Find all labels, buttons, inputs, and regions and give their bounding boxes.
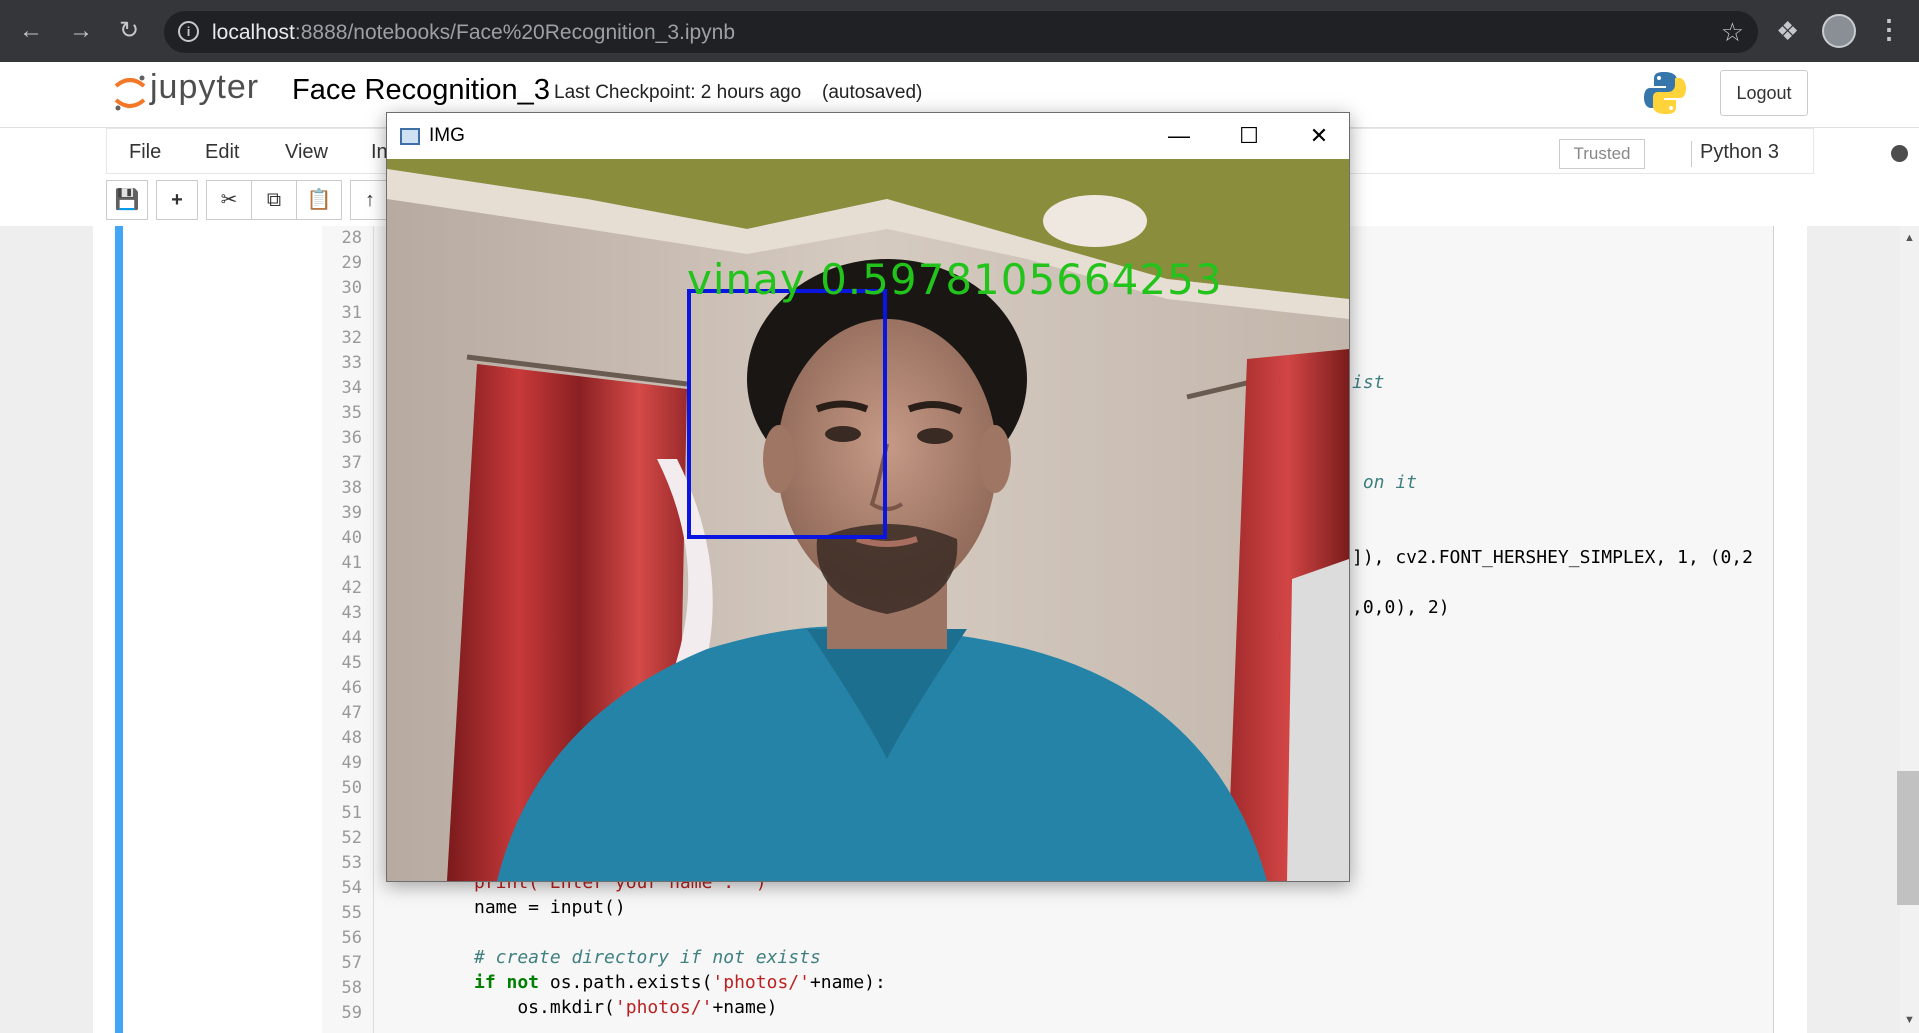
insert-cell-button[interactable]: + (156, 180, 198, 220)
line-number: 47 (341, 703, 362, 723)
trusted-indicator[interactable]: Trusted (1559, 139, 1645, 169)
code-string: 'photos/' (614, 997, 713, 1018)
code-text: +name): (809, 972, 886, 993)
window-title-bar[interactable]: IMG — ☐ ✕ (387, 113, 1349, 159)
line-number: 29 (341, 253, 362, 273)
line-number: 56 (341, 928, 362, 948)
code-fragment-41[interactable]: ]), cv2.FONT_HERSHEY_SIMPLEX, 1, (0,2 (1352, 547, 1753, 568)
selected-cell-indicator (115, 226, 123, 1033)
checkpoint-status: Last Checkpoint: 2 hours ago (554, 82, 802, 103)
line-number: 49 (341, 753, 362, 773)
line-number: 51 (341, 803, 362, 823)
line-number: 45 (341, 653, 362, 673)
kernel-name[interactable]: Python 3 (1691, 141, 1779, 167)
line-number: 40 (341, 528, 362, 548)
line-number: 35 (341, 403, 362, 423)
line-number: 50 (341, 778, 362, 798)
line-number: 31 (341, 303, 362, 323)
jupyter-logo-icon[interactable] (112, 72, 148, 114)
logout-button[interactable]: Logout (1720, 70, 1808, 116)
scrollbar-thumb[interactable] (1897, 771, 1919, 905)
line-number: 57 (341, 953, 362, 973)
line-number: 44 (341, 628, 362, 648)
autosave-status: (autosaved) (822, 82, 923, 103)
code-line-59[interactable]: os.mkdir('photos/'+name) (474, 997, 777, 1018)
reload-icon[interactable]: ↻ (112, 14, 146, 48)
line-number: 43 (341, 603, 362, 623)
python-logo-icon (1644, 72, 1686, 114)
back-icon[interactable]: ← (14, 14, 48, 48)
minimize-icon[interactable]: — (1149, 119, 1209, 153)
code-text: os.mkdir( (474, 997, 615, 1018)
code-fragment-43[interactable]: ,0,0), 2) (1352, 597, 1450, 618)
window-title: IMG (429, 125, 465, 146)
menu-view[interactable]: View (285, 141, 328, 164)
code-line-55[interactable]: name = input() (474, 897, 626, 918)
menu-file[interactable]: File (129, 141, 161, 164)
maximize-icon[interactable]: ☐ (1219, 119, 1279, 153)
scroll-down-icon[interactable]: ▼ (1900, 1014, 1919, 1026)
window-app-icon (400, 128, 420, 145)
url-text[interactable]: localhost:8888/notebooks/Face%20Recognit… (212, 21, 735, 45)
line-number: 39 (341, 503, 362, 523)
move-up-icon[interactable]: ↑ (350, 180, 390, 220)
line-number: 46 (341, 678, 362, 698)
bookmark-star-icon[interactable]: ☆ (1721, 17, 1744, 48)
code-keyword: if not (474, 972, 540, 993)
browser-toolbar: ← → ↻ i localhost:8888/notebooks/Face%20… (0, 0, 1919, 62)
kernel-status-icon (1891, 145, 1908, 162)
menu-edit[interactable]: Edit (205, 141, 239, 164)
line-number: 41 (341, 553, 362, 573)
line-number: 37 (341, 453, 362, 473)
line-number: 32 (341, 328, 362, 348)
site-info-icon[interactable]: i (178, 21, 199, 42)
forward-icon[interactable]: → (64, 14, 98, 48)
line-number: 59 (341, 1003, 362, 1023)
page-scrollbar[interactable] (1900, 226, 1919, 1033)
notebook-name[interactable]: Face Recognition_3 (292, 74, 550, 107)
paste-icon[interactable]: 📋 (296, 180, 342, 220)
line-number: 58 (341, 978, 362, 998)
line-number: 55 (341, 903, 362, 923)
address-bar[interactable]: i localhost:8888/notebooks/Face%20Recogn… (164, 11, 1758, 53)
line-number: 28 (341, 228, 362, 248)
line-number: 48 (341, 728, 362, 748)
close-icon[interactable]: ✕ (1289, 119, 1349, 153)
extensions-puzzle-icon[interactable]: ❖ (1776, 16, 1799, 47)
line-number: 54 (341, 878, 362, 898)
browser-menu-icon[interactable]: ⋮ (1876, 14, 1902, 45)
opencv-image-window[interactable]: IMG — ☐ ✕ vinay 0.5978105664253 (386, 112, 1350, 882)
code-text: os.path.exists( (539, 972, 713, 993)
line-number: 52 (341, 828, 362, 848)
line-number: 42 (341, 578, 362, 598)
line-number: 53 (341, 853, 362, 873)
jupyter-wordmark[interactable]: jupyter (150, 68, 259, 107)
line-number: 36 (341, 428, 362, 448)
line-number: 30 (341, 278, 362, 298)
save-icon[interactable]: 💾 (106, 180, 148, 220)
line-number: 33 (341, 353, 362, 373)
cut-icon[interactable]: ✂ (206, 180, 252, 220)
profile-avatar[interactable] (1822, 14, 1856, 48)
code-text: +name) (712, 997, 778, 1018)
webcam-frame: vinay 0.5978105664253 (387, 159, 1349, 881)
code-line-57[interactable]: # create directory if not exists (474, 947, 821, 968)
code-string: 'photos/' (712, 972, 810, 993)
code-fragment-38[interactable]: on it (1352, 472, 1417, 493)
face-detection-box (687, 289, 887, 539)
code-fragment-34[interactable]: ist (1352, 372, 1385, 393)
scroll-up-icon[interactable]: ▲ (1900, 232, 1919, 244)
line-number: 34 (341, 378, 362, 398)
code-line-58[interactable]: if not os.path.exists('photos/'+name): (474, 972, 886, 993)
copy-icon[interactable]: ⧉ (251, 180, 297, 220)
face-recognition-label: vinay 0.5978105664253 (687, 255, 1223, 304)
line-number: 38 (341, 478, 362, 498)
